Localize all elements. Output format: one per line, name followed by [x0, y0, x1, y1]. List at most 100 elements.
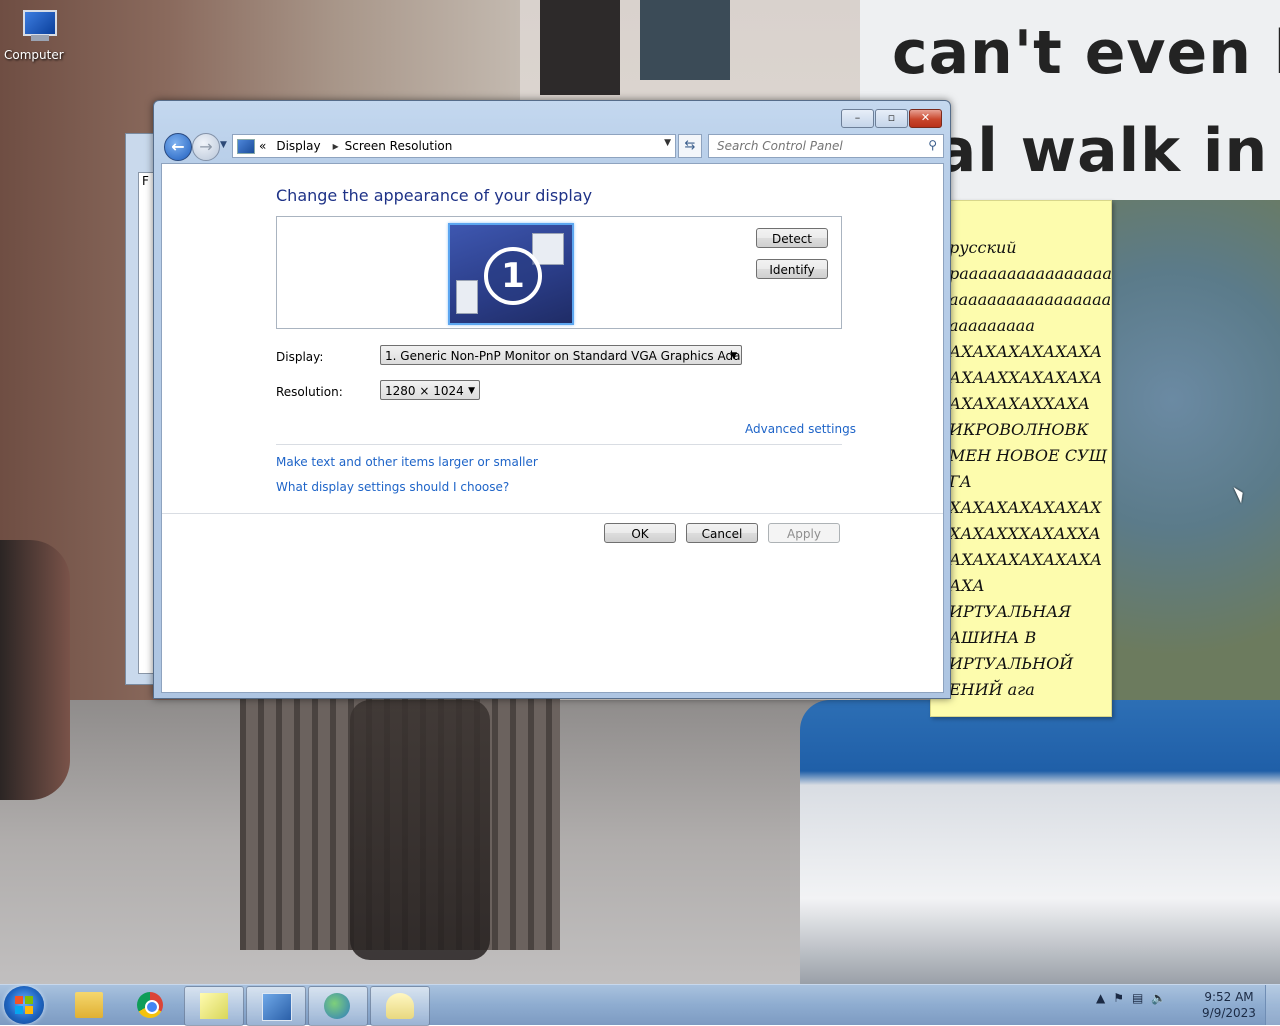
display-help-link[interactable]: What display settings should I choose?: [276, 480, 509, 494]
taskbar-keyboard-app[interactable]: [370, 986, 430, 1026]
taskbar: ▲ ⚑ ▤ 🔈 9:52 AM 9/9/2023: [0, 984, 1280, 1026]
window-icon: [456, 280, 478, 314]
sticky-note-line: рааааааааааааааааа: [949, 264, 1112, 283]
refresh-icon: ⇆: [684, 138, 696, 153]
desktop-icon-computer[interactable]: Computer: [4, 8, 70, 62]
resolution-label: Resolution:: [276, 385, 343, 399]
notification-area: ▲ ⚑ ▤ 🔈: [1096, 991, 1174, 1005]
globe-icon: [324, 993, 350, 1019]
caption-buttons: – ▫ ✕: [840, 109, 942, 128]
chevron-down-icon: ▼: [730, 351, 737, 361]
wallpaper-caption-line: can't even ha: [892, 18, 1280, 88]
search-icon[interactable]: ⚲: [928, 138, 937, 152]
arrow-left-icon: ←: [171, 137, 185, 156]
taskbar-control-panel[interactable]: [246, 986, 306, 1026]
breadcrumb-screen-resolution[interactable]: Screen Resolution: [345, 139, 453, 153]
arrow-right-icon: →: [199, 137, 213, 156]
wallpaper-trees: [1100, 200, 1280, 700]
address-dropdown-icon[interactable]: ▼: [664, 138, 671, 148]
monitor-arrangement-area: 1 Detect Identify: [276, 216, 842, 329]
keyboard-icon: [386, 993, 414, 1019]
action-center-icon[interactable]: ⚑: [1113, 991, 1124, 1005]
wallpaper-car: [800, 700, 1280, 984]
sticky-note-line: ИРТУАЛЬНАЯ: [949, 602, 1072, 621]
clock-date: 9/9/2023: [1202, 1006, 1256, 1020]
display-select[interactable]: 1. Generic Non-PnP Monitor on Standard V…: [380, 345, 742, 365]
resolution-select-value: 1280 × 1024: [385, 384, 464, 398]
wallpaper-person: [0, 540, 70, 800]
breadcrumb-display[interactable]: Display: [276, 139, 320, 153]
network-icon[interactable]: ▤: [1132, 991, 1143, 1005]
maximize-icon: ▫: [887, 111, 896, 124]
sticky-notes-icon: [200, 993, 228, 1019]
search-input[interactable]: [715, 135, 919, 157]
minimize-icon: –: [854, 111, 861, 124]
clock-time: 9:52 AM: [1204, 990, 1254, 1004]
sticky-note-line: АХААХХАХАХАХА: [949, 368, 1103, 387]
sticky-note-line: ГА: [949, 472, 972, 491]
sticky-note-line: ХАХАХАХАХАХАХ: [949, 498, 1102, 517]
resolution-select[interactable]: 1280 × 1024 ▼: [380, 380, 480, 400]
display-select-value: 1. Generic Non-PnP Monitor on Standard V…: [385, 349, 742, 363]
folder-icon: [75, 992, 103, 1018]
control-panel-icon: [262, 993, 292, 1021]
taskbar-chrome[interactable]: [122, 986, 180, 1024]
sticky-note-line: русский: [949, 238, 1017, 257]
identify-button[interactable]: Identify: [756, 259, 828, 279]
page-title: Change the appearance of your display: [276, 186, 593, 205]
show-hidden-icons-icon[interactable]: ▲: [1096, 991, 1105, 1005]
detect-button[interactable]: Detect: [756, 228, 828, 248]
taskbar-explorer[interactable]: [60, 986, 118, 1024]
taskbar-sticky-notes[interactable]: [184, 986, 244, 1026]
monitor-1-thumbnail[interactable]: 1: [448, 223, 574, 325]
wallpaper-window: [540, 0, 620, 95]
volume-muted-icon[interactable]: 🔈: [1151, 991, 1166, 1005]
close-icon: ✕: [920, 111, 931, 124]
refresh-button[interactable]: ⇆: [678, 134, 702, 158]
apply-button[interactable]: Apply: [768, 523, 840, 543]
sticky-note-line: ааааааааа: [949, 316, 1035, 335]
clock[interactable]: 9:52 AM 9/9/2023: [1196, 989, 1262, 1021]
desktop-icon-label: Computer: [4, 48, 64, 62]
cancel-button[interactable]: Cancel: [686, 523, 758, 543]
chevron-down-icon: ▼: [468, 386, 475, 396]
ok-button[interactable]: OK: [604, 523, 676, 543]
sticky-note-line: аааааааааааааааааа: [949, 290, 1112, 309]
taskbar-internet-app[interactable]: [308, 986, 368, 1026]
monitor-number: 1: [484, 247, 542, 305]
sticky-note-line: АХА: [949, 576, 985, 595]
sticky-note-line: АХАХАХАХАХАХА: [949, 342, 1103, 361]
advanced-settings-link[interactable]: Advanced settings: [745, 422, 856, 436]
recent-pages-dropdown[interactable]: ▼: [220, 140, 227, 150]
chrome-icon: [137, 992, 163, 1018]
button-area-divider: [162, 513, 943, 514]
screen-resolution-window[interactable]: – ▫ ✕ ← → ▼ « Display ▸ Screen Resolutio…: [153, 100, 951, 699]
maximize-button[interactable]: ▫: [875, 109, 908, 128]
sticky-note-line: ЕНИЙ ага: [949, 680, 1035, 699]
background-window-letter: F: [142, 174, 149, 188]
text-size-link[interactable]: Make text and other items larger or smal…: [276, 455, 538, 469]
forward-button[interactable]: →: [192, 133, 220, 161]
divider: [276, 444, 842, 445]
sticky-note-line: ХАХАХХХАХАХХА: [949, 524, 1101, 543]
close-button[interactable]: ✕: [909, 109, 942, 128]
address-bar[interactable]: « Display ▸ Screen Resolution ▼: [232, 134, 676, 158]
sticky-note-line: АХАХАХАХАХАХА: [949, 550, 1103, 569]
search-box[interactable]: ⚲: [708, 134, 944, 158]
breadcrumb-overflow-icon[interactable]: «: [259, 139, 266, 153]
control-panel-icon: [237, 138, 255, 154]
sticky-note-line: МЕН НОВОЕ СУЩ: [949, 446, 1107, 465]
sticky-note[interactable]: русский рааааааааааааааааа ааааааааааааааа…: [930, 200, 1112, 717]
computer-icon: [17, 8, 57, 44]
sticky-note-line: АШИНА В: [949, 628, 1037, 647]
sticky-note-line: АХАХАХАХХАХА: [949, 394, 1091, 413]
windows-logo-icon: [15, 996, 33, 1014]
wallpaper-legs: [350, 700, 490, 960]
breadcrumb-separator-icon[interactable]: ▸: [333, 139, 339, 153]
sticky-note-text[interactable]: русский рааааааааааааааааа ааааааааааааааа…: [949, 235, 1112, 703]
back-button[interactable]: ←: [164, 133, 192, 161]
start-button[interactable]: [4, 986, 44, 1024]
display-label: Display:: [276, 350, 324, 364]
show-desktop-button[interactable]: [1265, 985, 1280, 1025]
minimize-button[interactable]: –: [841, 109, 874, 128]
